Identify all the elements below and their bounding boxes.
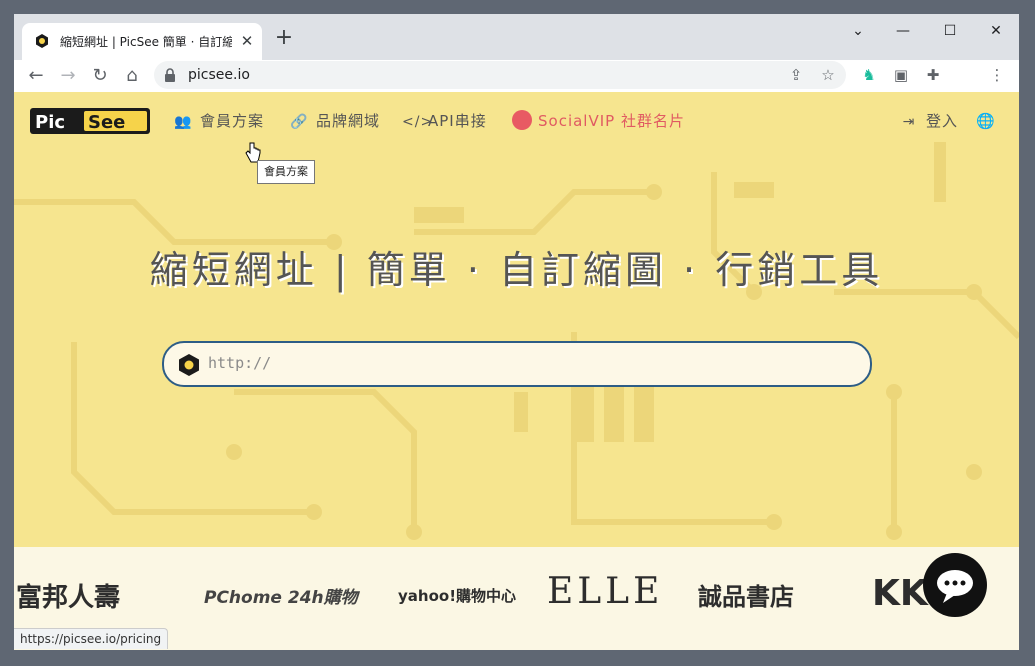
nav-item-label: SocialVIP 社群名片 xyxy=(538,112,685,130)
circuit-background xyxy=(14,142,1019,540)
address-bar[interactable]: picsee.io ⇪ ☆ xyxy=(154,61,846,89)
browser-toolbar: ← → ↻ ⌂ picsee.io ⇪ ☆ ♞ ▣ ✚ ⋮ xyxy=(14,60,1019,92)
extension-figure-icon[interactable]: ♞ xyxy=(859,65,879,85)
tab-title: 縮短網址 | PicSee 簡單 · 自訂縮圖 xyxy=(60,35,232,49)
svg-text:See: See xyxy=(88,112,125,133)
web-page: Pic See 👥 會員方案 🔗 品牌網域 </>API串接 SocialVIP 社… xyxy=(14,92,1019,650)
reload-icon[interactable]: ↻ xyxy=(88,64,112,88)
site-navbar: Pic See 👥 會員方案 🔗 品牌網域 </>API串接 SocialVIP 社… xyxy=(14,92,1019,148)
picsee-favicon-icon xyxy=(36,34,48,48)
nav-item-label: API串接 xyxy=(428,112,487,130)
status-bar: https://picsee.io/pricing xyxy=(14,628,169,649)
tooltip: 會員方案 xyxy=(257,160,315,184)
extension-chat-icon[interactable]: ▣ xyxy=(891,65,911,85)
url-search-box xyxy=(162,341,872,387)
url-text: picsee.io xyxy=(188,67,250,83)
back-arrow-icon[interactable]: ← xyxy=(24,64,48,88)
svg-text:Pic: Pic xyxy=(35,112,65,133)
nav-item-label: 品牌網域 xyxy=(316,112,381,130)
nav-item-brand-domain[interactable]: 🔗 品牌網域 xyxy=(290,110,380,132)
forward-arrow-icon[interactable]: → xyxy=(56,64,80,88)
share-icon[interactable]: ⇪ xyxy=(786,65,806,85)
socialvip-icon xyxy=(512,110,532,130)
partner-logo-eslite: 誠品書店 xyxy=(698,583,794,611)
tab-search-icon[interactable]: ⌄ xyxy=(840,20,876,42)
nav-item-label: 會員方案 xyxy=(200,112,265,130)
url-input[interactable] xyxy=(208,349,848,377)
picsee-logo[interactable]: Pic See xyxy=(30,108,150,134)
browser-window: 縮短網址 | PicSee 簡單 · 自訂縮圖 ✕ + ⌄ — ☐ ✕ ← → … xyxy=(14,14,1019,650)
chat-icon xyxy=(937,570,973,603)
picsee-hexagon-icon xyxy=(179,354,199,376)
login-link[interactable]: ⇥ 登入 xyxy=(900,110,958,132)
nav-item-socialvip[interactable]: SocialVIP 社群名片 xyxy=(512,110,685,132)
extensions-puzzle-icon[interactable]: ✚ xyxy=(923,65,943,85)
maximize-button[interactable]: ☐ xyxy=(932,20,968,42)
bookmark-star-icon[interactable]: ☆ xyxy=(818,65,838,85)
nav-item-pricing[interactable]: 👥 會員方案 xyxy=(174,110,264,132)
tab-close-icon[interactable]: ✕ xyxy=(238,32,256,50)
browser-tab[interactable]: 縮短網址 | PicSee 簡單 · 自訂縮圖 ✕ xyxy=(22,23,262,60)
link-icon: 🔗 xyxy=(290,114,309,130)
minimize-button[interactable]: — xyxy=(885,20,921,42)
users-icon: 👥 xyxy=(174,114,193,130)
partner-logo-elle: ELLE xyxy=(547,571,664,612)
close-window-button[interactable]: ✕ xyxy=(978,20,1014,42)
nav-item-api[interactable]: </>API串接 xyxy=(402,110,487,132)
lock-icon xyxy=(165,68,175,82)
hero-headline: 縮短網址 | 簡單 · 自訂縮圖 · 行銷工具 xyxy=(149,248,884,292)
partner-logo-pchome: PChome 24h購物 xyxy=(204,588,358,608)
code-icon: </> xyxy=(402,114,434,130)
partner-logo-fubon: 富邦人壽 xyxy=(16,583,121,613)
login-label: 登入 xyxy=(926,112,959,130)
browser-menu-icon[interactable]: ⋮ xyxy=(987,65,1007,85)
language-globe-icon[interactable]: 🌐 xyxy=(976,110,996,132)
home-icon[interactable]: ⌂ xyxy=(120,64,144,88)
new-tab-button[interactable]: + xyxy=(272,26,296,50)
partner-logo-yahoo: yahoo!購物中心 xyxy=(398,587,517,605)
sign-in-icon: ⇥ xyxy=(902,114,916,130)
chat-bubble-button[interactable] xyxy=(923,553,987,617)
tab-strip: 縮短網址 | PicSee 簡單 · 自訂縮圖 ✕ + ⌄ — ☐ ✕ xyxy=(14,14,1019,60)
